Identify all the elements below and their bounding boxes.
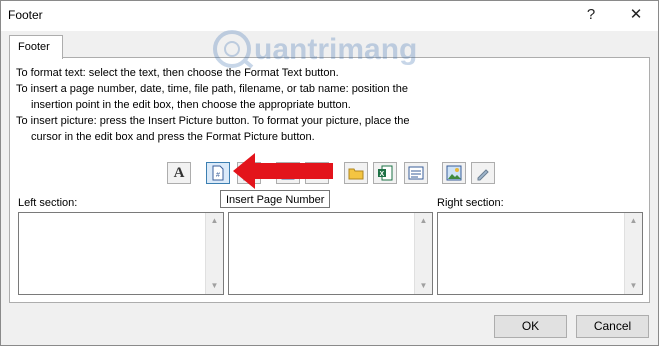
scroll-down-icon[interactable]: ▼ (206, 278, 223, 294)
left-section-scrollbar[interactable]: ▲ ▼ (205, 213, 223, 294)
help-button[interactable]: ? (580, 5, 602, 25)
scroll-down-icon[interactable]: ▼ (415, 278, 432, 294)
scroll-up-icon[interactable]: ▲ (206, 213, 223, 229)
left-section-label: Left section: (18, 197, 78, 209)
instruction-line-4: To insert picture: press the Insert Pict… (16, 115, 410, 127)
center-section-scrollbar[interactable]: ▲ ▼ (414, 213, 432, 294)
svg-text:#: # (216, 172, 220, 179)
right-section-editbox[interactable]: ▲ ▼ (437, 212, 643, 295)
instruction-line-1: To format text: select the text, then ch… (16, 67, 339, 79)
format-picture-button[interactable] (471, 162, 495, 184)
sheet-name-icon (408, 166, 424, 180)
instruction-line-3: insertion point in the edit box, then ch… (31, 99, 351, 111)
excel-file-icon: X (378, 165, 393, 181)
scroll-up-icon[interactable]: ▲ (625, 213, 642, 229)
ok-button[interactable]: OK (494, 315, 567, 338)
instruction-line-2: To insert a page number, date, time, fil… (16, 83, 408, 95)
tab-footer-label: Footer (18, 41, 50, 53)
insert-page-number-tooltip: Insert Page Number (220, 190, 330, 208)
insert-file-path-button[interactable] (344, 162, 368, 184)
picture-icon (446, 165, 462, 181)
title-bar: Footer ? ✕ (1, 1, 658, 31)
scroll-down-icon[interactable]: ▼ (625, 278, 642, 294)
insert-sheet-name-button[interactable] (404, 162, 428, 184)
tab-footer[interactable]: Footer (9, 35, 63, 59)
scroll-up-icon[interactable]: ▲ (415, 213, 432, 229)
left-section-editbox[interactable]: ▲ ▼ (18, 212, 224, 295)
format-picture-icon (477, 169, 489, 181)
footer-dialog: Footer ? ✕ Footer uantrimang To format t… (0, 0, 659, 346)
cancel-button[interactable]: Cancel (576, 315, 649, 338)
folder-icon (348, 168, 364, 180)
format-text-button[interactable]: A (167, 162, 191, 184)
format-text-icon: A (173, 164, 185, 181)
right-section-scrollbar[interactable]: ▲ ▼ (624, 213, 642, 294)
center-section-editbox[interactable]: ▲ ▼ (228, 212, 433, 295)
page-number-icon: # (212, 165, 224, 181)
insert-picture-button[interactable] (442, 162, 466, 184)
insert-page-number-button[interactable]: # (206, 162, 230, 184)
svg-text:X: X (380, 171, 385, 178)
right-section-label: Right section: (437, 197, 504, 209)
insert-file-name-button[interactable]: X (373, 162, 397, 184)
instruction-line-5: cursor in the edit box and press the For… (31, 131, 315, 143)
dialog-title: Footer (8, 8, 43, 22)
close-button[interactable]: ✕ (625, 5, 647, 25)
red-arrow-annotation (233, 153, 333, 189)
